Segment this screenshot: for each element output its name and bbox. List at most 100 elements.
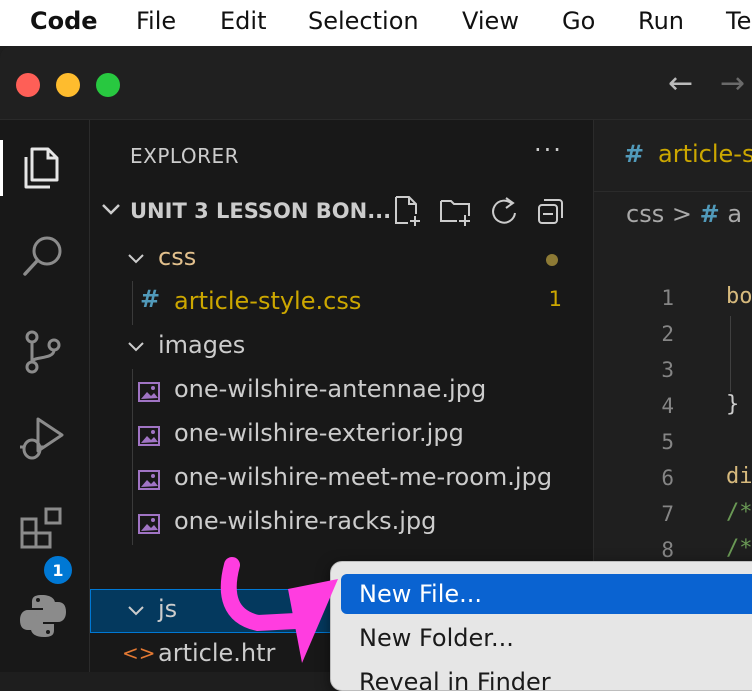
title-bar: ← → [0,46,752,120]
extensions-view-button[interactable] [15,500,71,556]
new-folder-icon [440,200,470,226]
active-view-indicator [0,140,3,196]
indent-guide [132,413,133,457]
line-number: 3 [661,358,674,382]
menu-run[interactable]: Run [638,7,684,35]
tree-folder-label: css [158,243,197,271]
menu-terminal[interactable]: Te [726,7,751,35]
tree-file-label: article-style.css [174,287,362,315]
tree-file-image[interactable]: one-wilshire-meet-me-room.jpg [90,457,594,501]
editor-tab-article-style[interactable]: # article-s [594,120,752,192]
line-number: 7 [661,502,674,526]
menu-view[interactable]: View [462,7,519,35]
workspace-folder-name: UNIT 3 LESSON BON... [130,199,392,223]
python-view-button[interactable] [15,588,71,644]
back-arrow-icon[interactable]: ← [668,66,693,101]
activity-bar: 1 [0,120,90,672]
menu-selection[interactable]: Selection [308,7,419,35]
line-number: 2 [661,322,674,346]
breadcrumb-separator: > [671,200,692,228]
refresh-explorer-button[interactable] [486,194,520,228]
tree-file-article-style-css[interactable]: # article-style.css 1 [90,281,594,325]
tree-folder-label: js [158,595,178,623]
chevron-down-icon [128,254,144,264]
tree-file-image[interactable]: one-wilshire-racks.jpg [90,501,594,545]
modified-dot [546,254,558,266]
source-control-view-button[interactable] [15,324,71,380]
code-line[interactable]: } [726,392,739,417]
menu-item-reveal-in-finder[interactable]: Reveal in Finder [341,662,752,690]
indent-guide [132,501,133,545]
image-file-icon [138,470,160,490]
refresh-icon [492,197,516,224]
tree-file-image[interactable]: one-wilshire-exterior.jpg [90,413,594,457]
tree-file-label: one-wilshire-meet-me-room.jpg [174,463,553,491]
css-file-icon: # [624,140,645,168]
code-indent-guide [730,316,731,392]
source-control-icon [25,330,61,374]
explorer-view-button[interactable] [15,140,71,196]
run-debug-icon [20,417,64,460]
css-file-icon: # [699,200,720,228]
close-window-button[interactable] [16,73,40,97]
tree-file-label: one-wilshire-antennae.jpg [174,375,487,403]
menu-item-new-file[interactable]: New File... [341,574,752,614]
tree-folder-label: images [158,331,246,359]
new-folder-button[interactable] [438,194,472,228]
chevron-down-icon [128,606,144,616]
line-number: 4 [661,394,674,418]
breadcrumb-file[interactable]: a [727,200,742,228]
editor-tab-title: article-s [658,140,752,168]
line-number: 8 [661,538,674,562]
line-number: 6 [661,466,674,490]
workspace-folder-header[interactable]: UNIT 3 LESSON BON... [90,192,594,232]
chevron-down-icon [102,204,120,215]
chevron-down-icon [128,342,144,352]
extensions-badge: 1 [42,554,74,586]
menu-edit[interactable]: Edit [220,7,266,35]
tree-folder-images[interactable]: images [90,325,594,369]
menu-item-new-folder[interactable]: New Folder... [341,618,752,658]
code-line[interactable]: /* [726,536,752,561]
tree-file-label: one-wilshire-exterior.jpg [174,419,464,447]
tree-file-label: article.htr [158,639,276,667]
indent-guide [132,281,133,325]
collapse-all-icon [538,199,563,224]
indent-guide [132,457,133,501]
menu-file[interactable]: File [136,7,176,35]
css-file-icon: # [140,285,161,313]
files-icon [24,147,59,189]
code-line[interactable]: di [726,464,752,489]
tree-folder-css[interactable]: css [90,237,594,281]
breadcrumb: css > # a [626,200,742,228]
problem-count: 1 [548,287,562,311]
code-line[interactable]: bo [726,284,752,309]
line-number: 5 [661,430,674,454]
collapse-folders-button[interactable] [534,194,568,228]
new-file-button[interactable] [390,194,424,228]
forward-arrow-icon[interactable]: → [720,66,745,101]
search-icon [23,236,62,276]
image-file-icon [138,426,160,446]
zoom-window-button[interactable] [96,73,120,97]
code-line[interactable]: /* [726,500,752,525]
image-file-icon [138,382,160,402]
line-number: 1 [661,286,674,310]
menu-app-code[interactable]: Code [30,7,98,35]
image-file-icon [138,514,160,534]
explorer-title: EXPLORER [130,144,239,168]
search-view-button[interactable] [15,228,71,284]
tree-file-label: one-wilshire-racks.jpg [174,507,437,535]
more-actions-icon[interactable]: ··· [534,136,563,164]
macos-menu-bar: Code File Edit Selection View Go Run Te [0,0,752,46]
indent-guide [132,369,133,413]
extensions-icon [20,507,62,549]
menu-go[interactable]: Go [562,7,595,35]
run-debug-view-button[interactable] [15,410,71,466]
tree-file-image[interactable]: one-wilshire-antennae.jpg [90,369,594,413]
new-file-icon [395,196,420,226]
minimize-window-button[interactable] [56,73,80,97]
python-icon [20,595,66,637]
breadcrumb-folder[interactable]: css [626,200,664,228]
html-file-icon: <> [122,641,156,665]
